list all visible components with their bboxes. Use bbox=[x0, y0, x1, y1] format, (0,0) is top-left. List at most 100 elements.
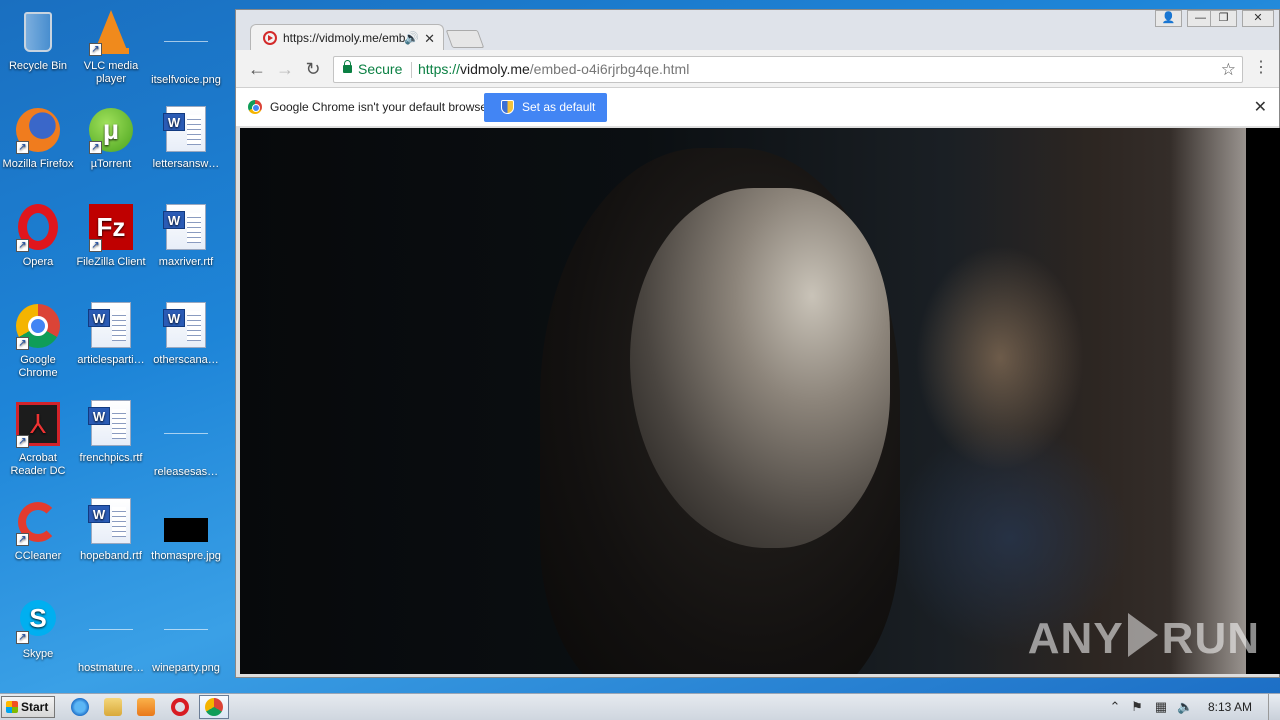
media-player-icon[interactable] bbox=[137, 698, 155, 716]
image-file-icon bbox=[162, 610, 210, 658]
image-file-icon bbox=[87, 610, 135, 658]
firefox-icon: ↗ bbox=[14, 106, 62, 154]
address-bar[interactable]: Secure https://vidmoly.me/embed-o4i6rjrb… bbox=[333, 56, 1243, 83]
desktop-file-otherscana[interactable]: W otherscana… bbox=[148, 302, 224, 367]
video-still-light bbox=[1170, 128, 1246, 674]
infobar-close-icon[interactable]: ✕ bbox=[1254, 97, 1267, 117]
reload-button[interactable]: ↻ bbox=[302, 58, 324, 80]
network-icon[interactable]: ▦ bbox=[1153, 699, 1169, 715]
desktop-icon-chrome[interactable]: ↗ Google Chrome bbox=[0, 302, 76, 380]
desktop-icon-acrobat[interactable]: ⅄ ↗ Acrobat Reader DC bbox=[0, 400, 76, 478]
desktop-icon-vlc[interactable]: ↗ VLC media player bbox=[73, 8, 149, 86]
set-as-default-label: Set as default bbox=[522, 100, 596, 114]
internet-explorer-icon[interactable] bbox=[71, 698, 89, 716]
desktop-icon-label: Skype bbox=[22, 648, 54, 660]
secure-label: Secure bbox=[358, 61, 403, 77]
desktop-icon-utorrent[interactable]: µ ↗ µTorrent bbox=[73, 106, 149, 171]
desktop-icon-label: thomaspre.jpg bbox=[151, 550, 221, 562]
action-center-flag-icon[interactable]: ⚑ bbox=[1129, 699, 1145, 715]
system-clock[interactable]: 8:13 AM bbox=[1208, 694, 1252, 720]
speaker-icon[interactable]: 🔊 bbox=[404, 25, 419, 51]
word-document-icon: W bbox=[162, 106, 210, 154]
url-scheme: https:// bbox=[418, 61, 461, 77]
windows-explorer-icon[interactable] bbox=[104, 698, 122, 716]
chrome-icon bbox=[205, 698, 223, 716]
opera-icon: ↗ bbox=[14, 204, 62, 252]
new-tab-button[interactable] bbox=[445, 30, 485, 48]
windows-logo-icon bbox=[6, 701, 18, 713]
desktop-icon-label: VLC media player bbox=[83, 60, 139, 85]
vlc-icon: ↗ bbox=[87, 8, 135, 56]
ccleaner-icon: ↗ bbox=[14, 498, 62, 546]
desktop-icon-opera[interactable]: ↗ Opera bbox=[0, 204, 76, 269]
user-profile-button[interactable]: 👤 bbox=[1155, 10, 1182, 27]
opera-icon[interactable] bbox=[171, 698, 189, 716]
word-document-icon: W bbox=[162, 302, 210, 350]
browser-tab[interactable]: https://vidmoly.me/emb 🔊 ✕ bbox=[250, 24, 444, 51]
desktop-file-maxriver[interactable]: W maxriver.rtf bbox=[148, 204, 224, 269]
lock-icon bbox=[343, 60, 352, 73]
browser-window: https://vidmoly.me/emb 🔊 ✕ 👤 — ❐ ✕ ← → ↻… bbox=[235, 9, 1280, 678]
url-text: https://vidmoly.me/embed-o4i6rjrbg4qe.ht… bbox=[418, 57, 689, 82]
desktop-icon-label: FileZilla Client bbox=[76, 256, 146, 268]
desktop-icon-label: CCleaner bbox=[14, 550, 62, 562]
desktop-icon-label: lettersansw… bbox=[152, 158, 220, 170]
desktop-file-lettersansw[interactable]: W lettersansw… bbox=[148, 106, 224, 171]
word-document-icon: W bbox=[162, 204, 210, 252]
desktop-icon-ccleaner[interactable]: ↗ CCleaner bbox=[0, 498, 76, 563]
desktop-file-thomaspre[interactable]: thomaspre.jpg bbox=[148, 498, 224, 563]
close-window-button[interactable]: ✕ bbox=[1242, 10, 1274, 27]
browser-toolbar: ← → ↻ Secure https://vidmoly.me/embed-o4… bbox=[236, 50, 1279, 88]
desktop-icon-label: Google Chrome bbox=[18, 354, 58, 379]
url-path: /embed-o4i6rjrbg4qe.html bbox=[529, 61, 690, 77]
word-document-icon: W bbox=[87, 400, 135, 448]
infobar-message: Google Chrome isn't your default browser… bbox=[270, 100, 494, 114]
tab-title: https://vidmoly.me/emb bbox=[283, 31, 406, 45]
desktop-file-releasesas[interactable]: releasesas… bbox=[148, 400, 224, 479]
image-file-icon bbox=[162, 22, 210, 70]
volume-icon[interactable]: 🔈 bbox=[1177, 699, 1193, 715]
desktop-icon-recycle-bin[interactable]: Recycle Bin bbox=[0, 8, 76, 73]
show-desktop-button[interactable] bbox=[1268, 694, 1280, 720]
skype-icon: S ↗ bbox=[14, 596, 62, 644]
desktop-file-frenchpics[interactable]: W frenchpics.rtf bbox=[73, 400, 149, 465]
desktop-file-itselfvoice[interactable]: itselfvoice.png bbox=[148, 8, 224, 87]
set-as-default-button[interactable]: Set as default bbox=[484, 93, 607, 122]
forward-button[interactable]: → bbox=[274, 58, 296, 80]
desktop-icon-label: releasesas… bbox=[153, 466, 219, 478]
desktop: Recycle Bin ↗ Mozilla Firefox ↗ Opera ↗ … bbox=[0, 0, 236, 690]
filezilla-icon: Fz ↗ bbox=[87, 204, 135, 252]
acrobat-icon: ⅄ ↗ bbox=[14, 400, 62, 448]
chrome-icon: ↗ bbox=[14, 302, 62, 350]
desktop-file-wineparty[interactable]: wineparty.png bbox=[148, 596, 224, 675]
desktop-icon-label: otherscana… bbox=[153, 354, 219, 366]
tab-close-icon[interactable]: ✕ bbox=[424, 25, 435, 51]
watermark-any: ANY bbox=[1027, 614, 1124, 663]
back-button[interactable]: ← bbox=[246, 58, 268, 80]
desktop-file-articlesparti[interactable]: W articlesparti… bbox=[73, 302, 149, 367]
desktop-file-hopeband[interactable]: W hopeband.rtf bbox=[73, 498, 149, 563]
desktop-icon-label: Opera bbox=[22, 256, 54, 268]
chrome-icon bbox=[248, 100, 262, 114]
show-hidden-icons-button[interactable]: ⌃ bbox=[1107, 699, 1123, 715]
desktop-icon-skype[interactable]: S ↗ Skype bbox=[0, 596, 76, 661]
desktop-file-hostmature[interactable]: hostmature… bbox=[73, 596, 149, 675]
desktop-icon-label: articlesparti… bbox=[77, 354, 145, 366]
desktop-icon-label: hopeband.rtf bbox=[80, 550, 142, 562]
desktop-icon-label: itselfvoice.png bbox=[151, 74, 221, 86]
chrome-menu-button[interactable]: ⋮ bbox=[1253, 58, 1269, 78]
bookmark-star-icon[interactable]: ☆ bbox=[1221, 57, 1236, 82]
desktop-icon-firefox[interactable]: ↗ Mozilla Firefox bbox=[0, 106, 76, 171]
start-button[interactable]: Start bbox=[1, 696, 55, 718]
tab-strip: https://vidmoly.me/emb 🔊 ✕ 👤 — ❐ ✕ bbox=[236, 10, 1279, 51]
word-document-icon: W bbox=[87, 498, 135, 546]
taskbar-chrome-button[interactable] bbox=[199, 695, 229, 719]
vidmoly-icon bbox=[263, 31, 277, 45]
taskbar: Start ⌃ ⚑ ▦ 🔈 8:13 AM bbox=[0, 693, 1280, 720]
restore-button[interactable]: ❐ bbox=[1210, 10, 1237, 27]
image-file-icon bbox=[162, 414, 210, 462]
video-player[interactable]: ANY RUN bbox=[240, 128, 1280, 674]
desktop-icon-filezilla[interactable]: Fz ↗ FileZilla Client bbox=[73, 204, 149, 269]
desktop-icon-label: hostmature… bbox=[77, 662, 145, 674]
video-frame bbox=[240, 128, 1246, 674]
